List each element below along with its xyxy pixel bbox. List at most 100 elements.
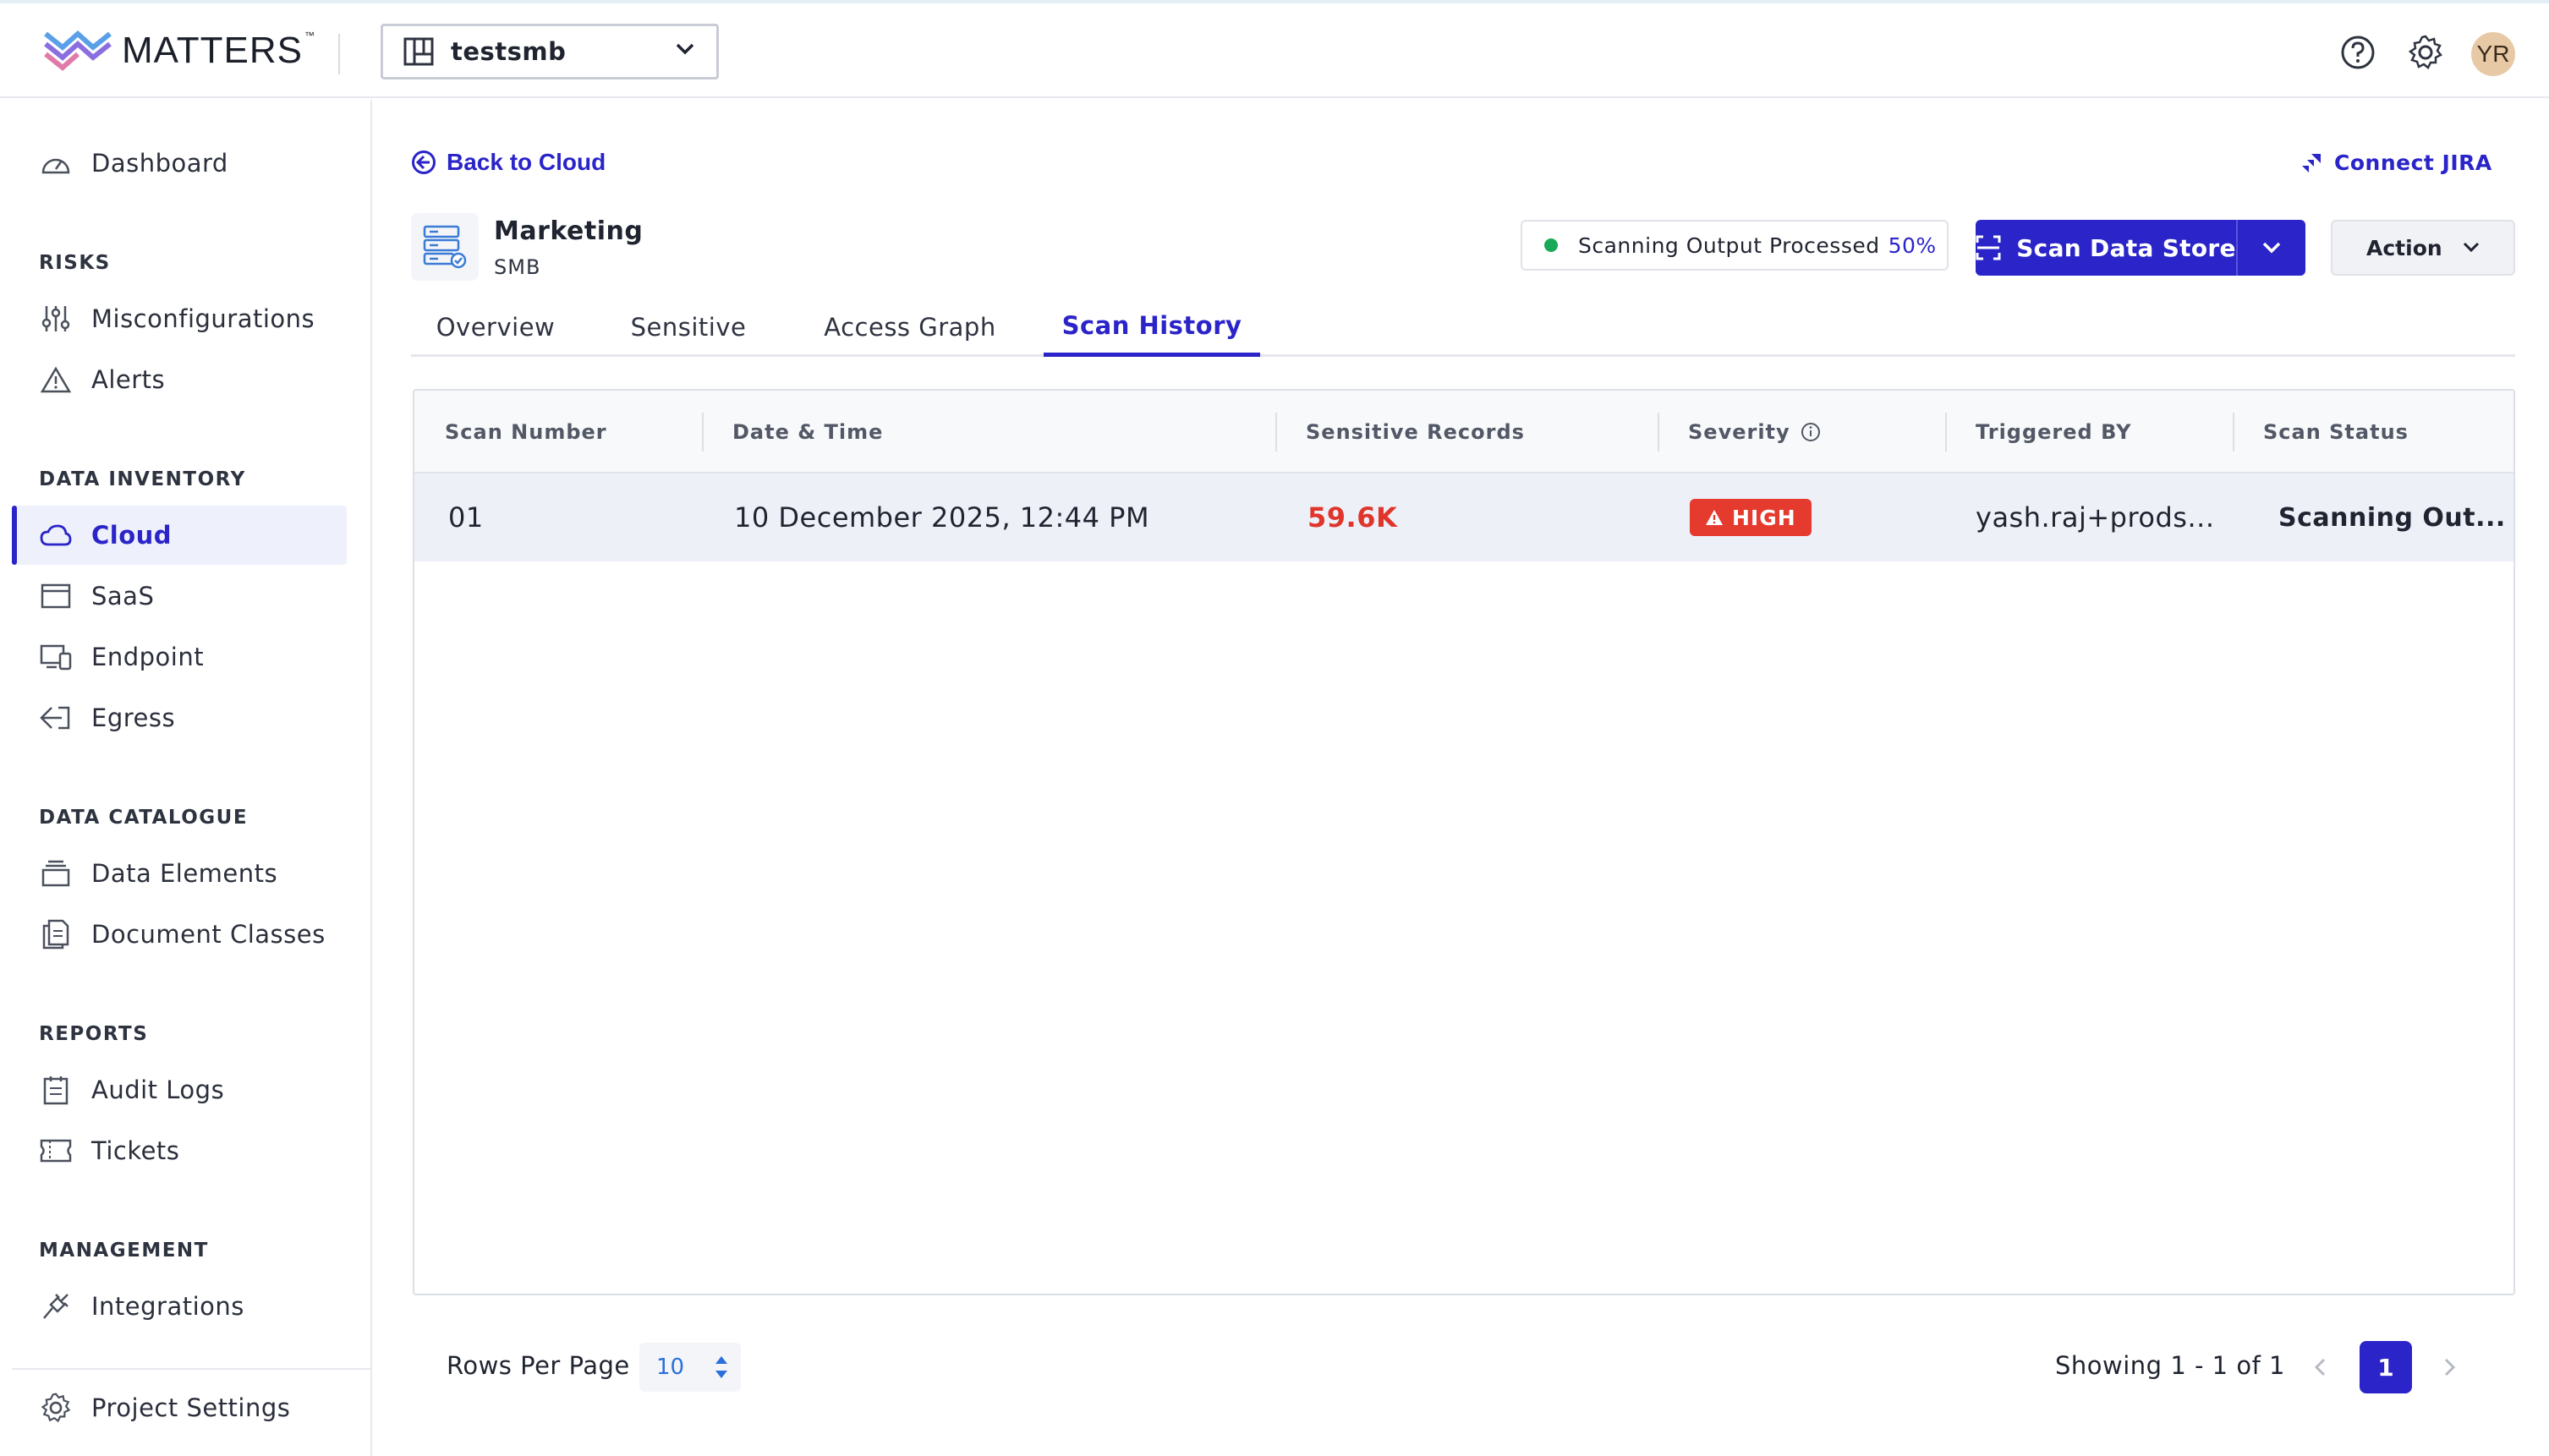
back-to-cloud-link[interactable]: Back to Cloud [411,149,606,176]
pagination-summary: Showing 1 - 1 of 1 [2055,1351,2285,1380]
chevron-down-icon [2463,242,2480,252]
sidebar-item-label: Document Classes [91,920,326,949]
warning-icon [1706,510,1723,525]
tab-scan-history[interactable]: Scan History [1044,298,1260,357]
section-title-data-catalogue: DATA CATALOGUE [39,807,249,829]
sidebar-item-endpoint[interactable]: Endpoint [12,627,347,687]
sidebar-item-dashboard[interactable]: Dashboard [12,134,347,193]
data-store-icon [411,213,479,281]
chevron-left-icon [2314,1358,2326,1377]
section-title-reports: REPORTS [39,1023,149,1045]
rows-per-page-label: Rows Per Page [447,1351,630,1380]
status-percent: 50% [1888,233,1937,258]
scan-status-pill: Scanning Output Processed 50% [1521,220,1949,271]
sidebar-item-tickets[interactable]: Tickets [12,1121,347,1180]
scan-frame-icon [1976,235,2001,260]
project-name: testsmb [451,37,567,66]
sidebar-divider [12,1368,370,1370]
sidebar-item-label: Endpoint [91,643,205,671]
connect-jira-label: Connect JIRA [2334,151,2492,175]
sidebar-item-data-elements[interactable]: Data Elements [12,844,347,903]
sidebar-item-label: Misconfigurations [91,304,315,333]
sidebar-item-label: Project Settings [91,1393,291,1422]
scan-button-label: Scan Data Store [2016,233,2236,262]
rows-per-page-value: 10 [656,1355,685,1380]
header-divider [338,34,340,74]
clipboard-icon [39,1073,73,1107]
column-header-scan-status[interactable]: Scan Status [2233,391,2513,473]
gear-icon [39,1391,73,1425]
cell-scan-number: 01 [448,501,484,534]
sidebar: Dashboard RISKS Misconfigurations Alerts… [0,100,372,1456]
back-link-label: Back to Cloud [447,149,606,175]
action-dropdown-button[interactable]: Action [2331,220,2515,276]
sidebar-item-document-classes[interactable]: Document Classes [12,905,347,964]
section-title-data-inventory: DATA INVENTORY [39,468,246,490]
stack-icon [39,857,73,890]
project-selector[interactable]: testsmb [381,24,719,79]
info-icon[interactable] [1801,422,1821,442]
chevron-down-icon [676,43,694,55]
sidebar-item-integrations[interactable]: Integrations [12,1277,347,1336]
tab-access-graph[interactable]: Access Graph [800,298,1020,357]
sidebar-item-label: Audit Logs [91,1076,225,1104]
chevron-down-icon [2262,242,2281,254]
column-header-date-time[interactable]: Date & Time [702,391,1275,473]
sidebar-item-label: Data Elements [91,859,278,888]
cell-triggered-by: yash.raj+prods... [1976,501,2215,534]
gauge-icon [39,146,73,180]
column-header-scan-number[interactable]: Scan Number [414,391,702,473]
next-page-button[interactable] [2424,1341,2476,1393]
help-icon[interactable] [2339,34,2376,71]
sidebar-item-project-settings[interactable]: Project Settings [12,1378,347,1437]
rows-per-page-select[interactable]: 10 [639,1343,741,1392]
sidebar-item-audit-logs[interactable]: Audit Logs [12,1060,347,1119]
sidebar-item-alerts[interactable]: Alerts [12,350,347,409]
sidebar-item-misconfigurations[interactable]: Misconfigurations [12,289,347,348]
sidebar-item-label: Tickets [91,1136,180,1165]
data-store-type: SMB [494,255,541,279]
connect-jira-button[interactable]: Connect JIRA [2300,151,2492,175]
cell-scan-status: Scanning Out... [2278,502,2506,533]
settings-gear-icon[interactable] [2407,34,2444,71]
sidebar-item-label: Egress [91,703,176,732]
warning-triangle-icon [39,363,73,397]
cell-sensitive-records[interactable]: 59.6K [1307,473,1397,561]
plug-icon [39,1289,73,1323]
sidebar-item-saas[interactable]: SaaS [12,567,347,626]
documents-icon [39,917,73,951]
scan-options-dropdown-button[interactable] [2238,220,2305,276]
column-header-sensitive-records[interactable]: Sensitive Records [1275,391,1658,473]
sidebar-item-cloud[interactable]: Cloud [12,506,347,565]
sort-arrows-icon [715,1356,727,1378]
cell-date-time: 10 December 2025, 12:44 PM [734,501,1150,534]
page-button-current[interactable]: 1 [2360,1341,2412,1393]
table-header: Scan Number Date & Time Sensitive Record… [414,391,2513,473]
column-header-triggered-by[interactable]: Triggered BY [1945,391,2233,473]
section-title-risks: RISKS [39,252,111,274]
matters-logo-icon [44,30,112,71]
scan-history-table: Scan Number Date & Time Sensitive Record… [413,389,2515,1295]
egress-arrow-icon [39,701,73,735]
severity-badge: HIGH [1690,499,1812,536]
tab-bar: Overview Sensitive Access Graph Scan His… [411,298,2515,357]
sidebar-item-egress[interactable]: Egress [12,688,347,747]
tab-overview[interactable]: Overview [411,298,580,357]
tab-sensitive[interactable]: Sensitive [604,298,773,357]
status-dot [1544,238,1558,252]
table-row[interactable]: 01 10 December 2025, 12:44 PM 59.6K HIGH… [414,473,2513,561]
column-header-severity[interactable]: Severity [1658,391,1945,473]
sidebar-item-label: Alerts [91,365,166,394]
scan-data-store-split-button: Scan Data Store [1976,220,2305,276]
back-arrow-circle-icon [412,151,436,174]
section-title-management: MANAGEMENT [39,1240,209,1262]
status-text: Scanning Output Processed [1578,233,1880,258]
brand-logo[interactable]: MATTERS ™ [44,29,315,73]
chevron-right-icon [2444,1358,2456,1377]
browser-window-icon [39,579,73,613]
cell-severity: HIGH [1690,473,1812,561]
prev-page-button[interactable] [2294,1341,2346,1393]
scan-data-store-button[interactable]: Scan Data Store [1976,220,2238,276]
user-avatar[interactable]: YR [2471,32,2515,76]
sidebar-item-label: Integrations [91,1292,244,1321]
